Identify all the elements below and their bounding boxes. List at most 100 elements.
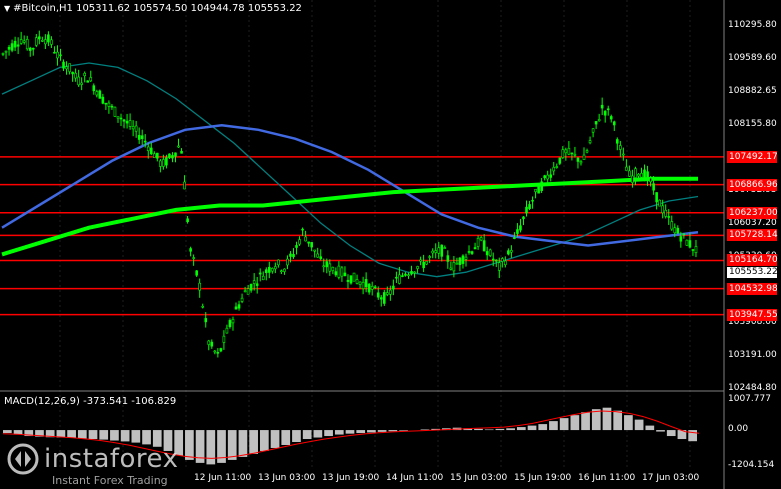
candle-body bbox=[546, 174, 549, 180]
candle-body bbox=[243, 290, 247, 293]
macd-histogram-bar bbox=[613, 410, 623, 431]
candle-body bbox=[682, 233, 686, 236]
candle-body bbox=[295, 245, 298, 248]
candle-body bbox=[525, 206, 528, 214]
candle-body bbox=[65, 66, 68, 70]
macd-histogram-bar bbox=[142, 430, 151, 445]
candle-body bbox=[588, 140, 592, 144]
candle-body bbox=[349, 275, 353, 284]
candle-body bbox=[198, 282, 201, 291]
candle-body bbox=[658, 199, 661, 207]
candle-body bbox=[34, 37, 38, 46]
candle-body bbox=[464, 256, 468, 260]
macd-histogram-bar bbox=[281, 430, 291, 445]
candle-body bbox=[685, 239, 689, 246]
chart-canvas[interactable] bbox=[0, 0, 781, 489]
candle-body bbox=[691, 249, 695, 251]
level-label: 103947.55 bbox=[727, 308, 778, 321]
candle-body bbox=[210, 341, 214, 347]
candle-body bbox=[670, 221, 674, 230]
candle-body bbox=[22, 40, 26, 43]
candle-body bbox=[606, 108, 610, 111]
macd-histogram-bar bbox=[238, 430, 248, 457]
candle-body bbox=[343, 272, 347, 277]
candle-body bbox=[13, 40, 17, 48]
candle-body bbox=[252, 280, 256, 284]
candle-body bbox=[4, 50, 8, 53]
candle-body bbox=[19, 39, 23, 44]
candle-body bbox=[319, 256, 323, 259]
candle-body bbox=[376, 292, 380, 298]
candle-body bbox=[31, 47, 35, 50]
candle-body bbox=[364, 279, 368, 288]
candle-body bbox=[519, 225, 522, 231]
symbol-label: #Bitcoin,H1 bbox=[13, 3, 73, 14]
candle-body bbox=[555, 166, 559, 168]
candle-body bbox=[510, 250, 513, 253]
candle-body bbox=[649, 177, 652, 183]
candle-body bbox=[504, 260, 507, 266]
candle-body bbox=[440, 244, 444, 257]
macd-histogram-bar bbox=[527, 425, 537, 431]
candle-body bbox=[419, 259, 422, 262]
macd-histogram-bar bbox=[538, 424, 548, 431]
candle-body bbox=[567, 148, 571, 155]
candle-body bbox=[361, 282, 365, 289]
candle-body bbox=[370, 286, 374, 290]
candle-body bbox=[488, 249, 492, 256]
candle-body bbox=[255, 283, 259, 286]
candle-body bbox=[634, 168, 637, 178]
candle-body bbox=[346, 279, 350, 282]
candle-body bbox=[410, 271, 413, 275]
candle-body bbox=[113, 106, 117, 117]
candle-body bbox=[38, 36, 41, 40]
candle-body bbox=[228, 320, 232, 327]
macd-histogram-bar bbox=[388, 430, 398, 432]
candle-body bbox=[104, 102, 108, 105]
candle-body bbox=[643, 169, 646, 180]
candle-body bbox=[89, 77, 93, 82]
candle-body bbox=[467, 251, 471, 253]
candle-body bbox=[274, 266, 277, 270]
candle-body bbox=[307, 241, 310, 244]
candle-body bbox=[679, 236, 683, 242]
candle-body bbox=[1, 53, 5, 55]
macd-tick-label: 1007.777 bbox=[728, 394, 771, 404]
candle-body bbox=[83, 72, 87, 77]
candle-body bbox=[240, 297, 244, 302]
macd-label: MACD(12,26,9) -373.541 -106.829 bbox=[4, 396, 177, 407]
candle-body bbox=[53, 51, 56, 54]
macd-histogram-bar bbox=[206, 430, 216, 465]
candle-body bbox=[277, 259, 280, 266]
candle-body bbox=[59, 54, 62, 57]
candle-body bbox=[646, 171, 649, 180]
price-tick-label: 110295.80 bbox=[728, 20, 777, 30]
macd-histogram-bar bbox=[249, 430, 258, 454]
candle-body bbox=[628, 170, 631, 177]
candle-body bbox=[174, 152, 177, 157]
candle-body bbox=[234, 306, 238, 310]
candle-body bbox=[579, 161, 583, 164]
candle-body bbox=[334, 271, 338, 276]
candle-body bbox=[231, 319, 235, 324]
candle-body bbox=[482, 240, 486, 252]
candle-body bbox=[382, 292, 386, 304]
macd-histogram-bar bbox=[313, 430, 323, 438]
candle-body bbox=[149, 147, 153, 155]
level-label: 106237.00 bbox=[727, 206, 778, 219]
candle-body bbox=[316, 253, 320, 258]
candle-body bbox=[283, 268, 286, 272]
level-label: 104532.98 bbox=[727, 282, 778, 295]
macd-histogram-bar bbox=[292, 430, 301, 443]
time-tick-label: 15 Jun 03:00 bbox=[450, 473, 508, 483]
price-tick-label: 108155.80 bbox=[728, 119, 777, 129]
candle-body bbox=[237, 304, 241, 309]
candle-body bbox=[116, 116, 120, 119]
candle-body bbox=[537, 183, 540, 194]
dropdown-triangle-icon[interactable]: ▼ bbox=[4, 4, 10, 13]
candle-body bbox=[413, 271, 416, 274]
candle-body bbox=[292, 254, 295, 258]
candle-body bbox=[667, 216, 671, 218]
macd-histogram-bar bbox=[549, 421, 558, 431]
candle-body bbox=[186, 218, 189, 223]
